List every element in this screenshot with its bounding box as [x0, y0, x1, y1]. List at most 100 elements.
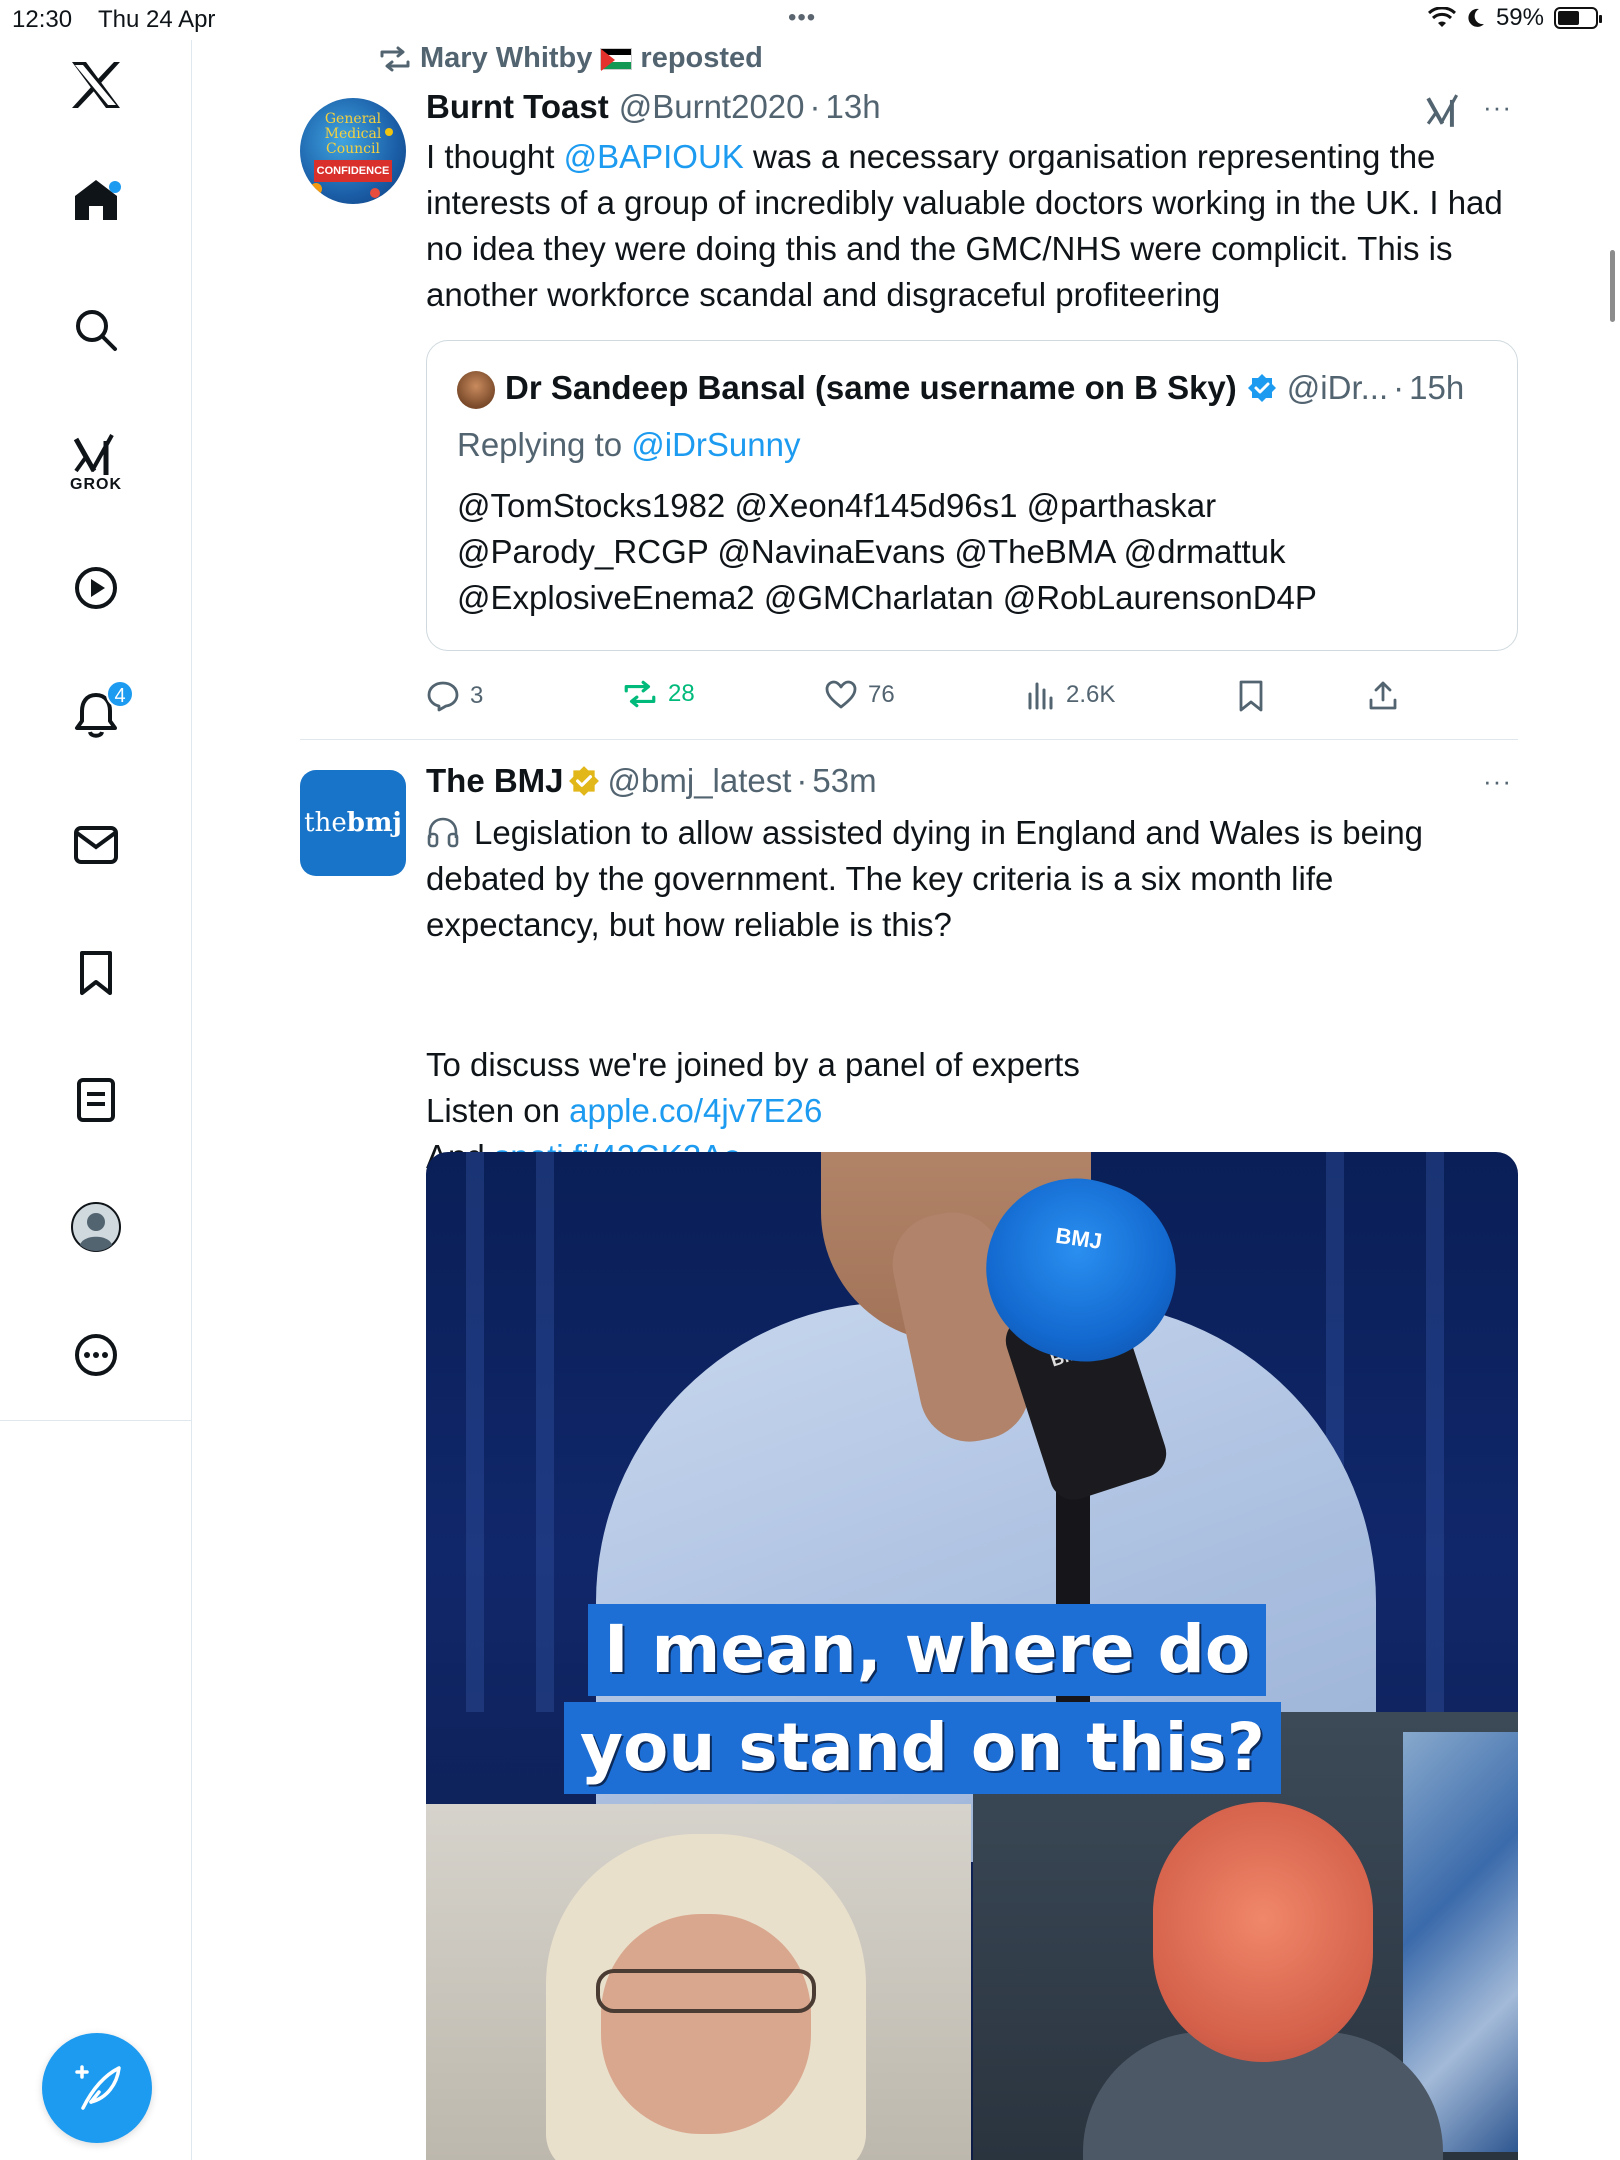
quote-handle[interactable]: @iDr...	[1287, 369, 1388, 407]
avatar-text: the	[304, 808, 347, 838]
avatar-text: Medical	[324, 126, 382, 142]
status-date: Thu 24 Apr	[98, 6, 216, 33]
grok-icon[interactable]	[1425, 92, 1463, 130]
status-bar: 12:30 Thu 24 Apr ••• 59%	[0, 0, 1620, 40]
status-time: 12:30	[12, 6, 73, 33]
heart-icon	[825, 680, 857, 709]
post-text-line: To discuss we're joined by a panel of ex…	[426, 1046, 1080, 1083]
post-actions: 3 28 76 2.6K	[426, 680, 1518, 730]
avatar[interactable]: General Medical Council CONFIDENCE	[300, 98, 406, 204]
separator: ·	[1393, 369, 1405, 406]
reply-icon	[427, 681, 459, 712]
battery-percent: 59%	[1495, 4, 1544, 31]
quote-author-name[interactable]: Dr Sandeep Bansal (same username on B Sk…	[505, 369, 1237, 407]
home-icon[interactable]	[0, 155, 192, 245]
avatar-text: General	[324, 111, 382, 127]
post-more-button[interactable]: ···	[1483, 92, 1512, 123]
avatar-banner: CONFIDENCE	[314, 160, 392, 182]
more-icon[interactable]	[0, 1310, 192, 1400]
profile-icon[interactable]	[0, 1182, 192, 1272]
repost-count: 28	[668, 680, 695, 707]
bookmark-icon	[1239, 680, 1263, 712]
battery-icon	[1554, 7, 1602, 29]
lists-icon[interactable]	[0, 1055, 192, 1145]
reply-button[interactable]: 3	[426, 680, 483, 712]
moon-icon	[1468, 8, 1484, 27]
verified-gold-badge-icon	[568, 765, 600, 797]
post-time[interactable]: 13h	[826, 88, 881, 126]
mentions-line: @Parody_RCGP @NavinaEvans @TheBMA @drmat…	[457, 533, 1286, 570]
compose-button[interactable]	[42, 2033, 152, 2143]
sidebar: GROK 4	[0, 40, 192, 2160]
repost-icon	[624, 680, 656, 708]
quoted-post[interactable]: Dr Sandeep Bansal (same username on B Sk…	[426, 340, 1518, 651]
post-text: I thought @BAPIOUK was a necessary organ…	[426, 134, 1506, 318]
quote-mentions: @TomStocks1982 @Xeon4f145d96s1 @parthask…	[457, 483, 1497, 621]
repost-button[interactable]: 28	[622, 680, 695, 708]
repost-icon	[380, 46, 410, 71]
notifications-icon[interactable]: 4	[0, 670, 192, 760]
verified-badge-icon	[1247, 373, 1277, 403]
avatar-text: bmj	[346, 808, 402, 838]
panelist-face	[601, 1914, 811, 2134]
share-icon	[1369, 681, 1397, 710]
apple-podcast-link[interactable]: apple.co/4jv7E26	[569, 1092, 822, 1129]
video-caption: you stand on this?	[564, 1702, 1281, 1794]
repost-by[interactable]: Mary Whitby	[420, 42, 592, 75]
quote-header: Dr Sandeep Bansal (same username on B Sk…	[505, 369, 1464, 407]
video-panel-left	[426, 1804, 971, 2160]
reply-to-link[interactable]: @iDrSunny	[631, 426, 800, 463]
video-caption: I mean, where do	[588, 1604, 1267, 1696]
like-count: 76	[868, 681, 895, 708]
author-name[interactable]: The BMJ	[426, 762, 564, 800]
replying-to-label: Replying to	[457, 426, 632, 463]
separator: ·	[809, 88, 821, 125]
post-time[interactable]: 53m	[812, 762, 876, 800]
replying-to: Replying to @iDrSunny	[457, 426, 801, 464]
messages-icon[interactable]	[0, 800, 192, 890]
headphones-icon	[427, 817, 459, 848]
post-more-button[interactable]: ···	[1483, 766, 1512, 797]
status-indicators: 59%	[1427, 4, 1602, 32]
sidebar-divider	[0, 1420, 192, 1421]
panelist-face	[1153, 1802, 1373, 2062]
author-handle[interactable]: @bmj_latest	[608, 762, 792, 800]
repost-context: Mary Whitby reposted	[378, 42, 763, 75]
video-media[interactable]: BMJ BMJ I mean, where do you stand on th…	[426, 1152, 1518, 2160]
author-name[interactable]: Burnt Toast	[426, 88, 609, 126]
avatar[interactable]: the bmj	[300, 770, 406, 876]
wifi-icon	[1427, 7, 1456, 27]
multitask-dots[interactable]: •••	[788, 4, 816, 32]
view-count: 2.6K	[1066, 681, 1116, 708]
views-icon	[1028, 682, 1053, 710]
post-header: The BMJ @bmj_latest · 53m	[426, 762, 877, 800]
bookmark-button[interactable]	[1238, 680, 1264, 712]
post-text-line: Legislation to allow assisted dying in E…	[426, 814, 1424, 943]
compose-feather-icon	[75, 2065, 121, 2110]
mentions-line: @ExplosiveEnema2 @GMCharlatan @RobLauren…	[457, 579, 1317, 616]
listen-label: Listen on	[426, 1092, 570, 1129]
quote-time[interactable]: 15h	[1409, 369, 1464, 407]
palestine-flag-icon	[600, 47, 633, 71]
post-divider	[300, 739, 1518, 740]
timeline: Mary Whitby reposted General Medical Counc…	[193, 40, 1573, 2160]
quote-avatar[interactable]	[457, 371, 495, 409]
post-text-part: I thought	[426, 138, 564, 175]
repost-label: reposted	[640, 42, 763, 74]
mention-link[interactable]: @BAPIOUK	[564, 138, 744, 175]
home-notification-dot	[109, 181, 121, 193]
bookmarks-icon[interactable]	[0, 928, 192, 1018]
search-icon[interactable]	[0, 285, 192, 375]
mic-logo: BMJ	[1054, 1222, 1104, 1254]
share-button[interactable]	[1368, 680, 1398, 712]
x-logo-icon[interactable]	[0, 40, 192, 130]
avatar-text: Council	[326, 141, 380, 157]
mentions-line: @TomStocks1982 @Xeon4f145d96s1 @parthask…	[457, 487, 1217, 524]
post-header: Burnt Toast @Burnt2020 · 13h	[426, 88, 881, 126]
views-button[interactable]: 2.6K	[1026, 680, 1115, 710]
author-handle[interactable]: @Burnt2020	[619, 88, 805, 126]
video-icon[interactable]	[0, 543, 192, 633]
like-button[interactable]: 76	[824, 680, 895, 710]
grok-label: GROK	[70, 476, 122, 493]
scrollbar[interactable]	[1610, 250, 1615, 322]
